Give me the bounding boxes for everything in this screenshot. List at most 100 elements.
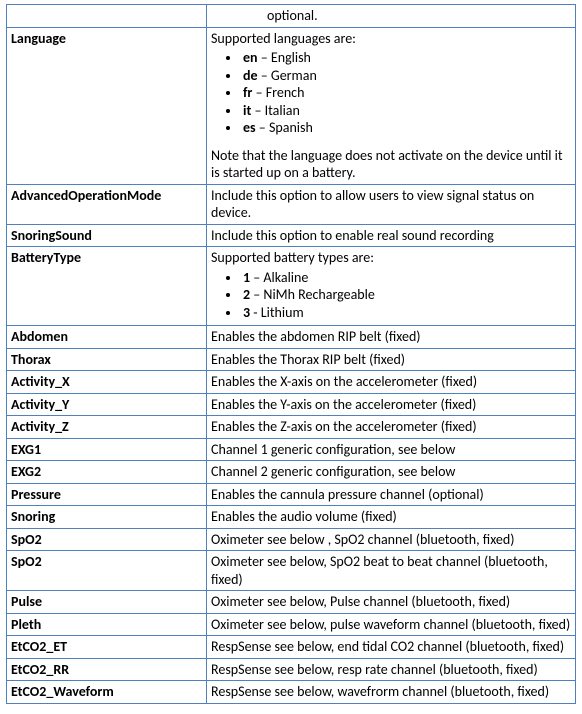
desc-cell: Channel 1 generic configuration, see bel… (207, 438, 576, 461)
desc-cell: Oximeter see below , SpO2 channel (bluet… (207, 528, 576, 551)
table-row: EtCO2_ETRespSense see below, end tidal C… (7, 636, 576, 659)
list-item-code: it (243, 102, 251, 119)
desc-note: Note that the language does not activate… (211, 147, 571, 182)
param-cell: EtCO2_RR (7, 658, 207, 681)
list-item-label: English (271, 49, 311, 66)
desc-cell: RespSense see below, resp rate channel (… (207, 658, 576, 681)
list-item-label: Lithium (261, 304, 304, 321)
desc-list: en – Englishde – Germanfr – Frenchit – I… (211, 49, 571, 137)
desc-text: Channel 2 generic configuration, see bel… (211, 463, 455, 480)
table-row: PressureEnables the cannula pressure cha… (7, 483, 576, 506)
list-item-code: 1 (243, 269, 250, 286)
list-item: 2 – NiMh Rechargeable (241, 286, 571, 304)
list-item: fr – French (241, 84, 571, 102)
list-item-label: French (266, 84, 305, 101)
desc-text: Oximeter see below, Pulse channel (bluet… (211, 593, 510, 610)
desc-text: Enables the Thorax RIP belt (fixed) (211, 351, 405, 368)
desc-intro: Supported battery types are: (211, 249, 571, 267)
param-cell: Thorax (7, 348, 207, 371)
desc-list: 1 – Alkaline2 – NiMh Rechargeable3 - Lit… (211, 269, 571, 322)
desc-cell: optional. (207, 5, 576, 28)
desc-cell: Enables the Thorax RIP belt (fixed) (207, 348, 576, 371)
table-row: AdvancedOperationModeInclude this option… (7, 184, 576, 224)
table-row: SnoringEnables the audio volume (fixed) (7, 506, 576, 529)
param-cell: Pleth (7, 613, 207, 636)
desc-cell: Enables the abdomen RIP belt (fixed) (207, 326, 576, 349)
desc-cell: RespSense see below, wavefrorm channel (… (207, 681, 576, 704)
desc-text: RespSense see below, end tidal CO2 chann… (211, 638, 564, 655)
table-body: optional. LanguageSupported languages are… (7, 5, 576, 704)
param-cell: SpO2 (7, 551, 207, 591)
table-row: BatteryTypeSupported battery types are: 1… (7, 247, 576, 326)
list-item: 3 - Lithium (241, 304, 571, 322)
desc-text: Oximeter see below, SpO2 beat to beat ch… (211, 553, 548, 588)
param-cell: EtCO2_ET (7, 636, 207, 659)
list-item-label: Alkaline (263, 269, 308, 286)
desc-cell: Enables the X-axis on the accelerometer … (207, 371, 576, 394)
param-cell: Activity_X (7, 371, 207, 394)
desc-text: Channel 1 generic configuration, see bel… (211, 441, 455, 458)
list-item-label: Spanish (269, 119, 313, 136)
desc-text: Enables the Y-axis on the accelerometer … (211, 396, 476, 413)
list-item-code: en (243, 49, 258, 66)
list-item-code: de (243, 67, 258, 84)
list-item: de – German (241, 67, 571, 85)
desc-intro: Supported languages are: (211, 30, 571, 48)
list-item-label: NiMh Rechargeable (263, 286, 374, 303)
param-cell: EtCO2_Waveform (7, 681, 207, 704)
table-row: Activity_ZEnables the Z-axis on the acce… (7, 416, 576, 439)
desc-cell: Enables the audio volume (fixed) (207, 506, 576, 529)
table-row: SpO2Oximeter see below , SpO2 channel (b… (7, 528, 576, 551)
parameter-table: optional. LanguageSupported languages are… (6, 4, 576, 704)
desc-cell: RespSense see below, end tidal CO2 chann… (207, 636, 576, 659)
desc-cell: Oximeter see below, SpO2 beat to beat ch… (207, 551, 576, 591)
param-cell: EXG1 (7, 438, 207, 461)
desc-cell: Supported battery types are:1 – Alkaline… (207, 247, 576, 326)
param-cell: AdvancedOperationMode (7, 184, 207, 224)
list-item-label: German (271, 67, 317, 84)
list-item: en – English (241, 49, 571, 67)
desc-cell: Include this option to enable real sound… (207, 224, 576, 247)
param-cell: Activity_Z (7, 416, 207, 439)
desc-text: optional. (267, 7, 318, 24)
desc-text: Include this option to allow users to vi… (211, 187, 534, 222)
table-row: ThoraxEnables the Thorax RIP belt (fixed… (7, 348, 576, 371)
desc-text: Enables the audio volume (fixed) (211, 508, 397, 525)
desc-cell: Channel 2 generic configuration, see bel… (207, 461, 576, 484)
desc-cell: Include this option to allow users to vi… (207, 184, 576, 224)
table-row: EXG2Channel 2 generic configuration, see… (7, 461, 576, 484)
param-cell: BatteryType (7, 247, 207, 326)
table-row: AbdomenEnables the abdomen RIP belt (fix… (7, 326, 576, 349)
desc-text: Oximeter see below, pulse waveform chann… (211, 616, 570, 633)
param-cell: Pressure (7, 483, 207, 506)
desc-cell: Supported languages are:en – Englishde –… (207, 27, 576, 184)
param-cell: Language (7, 27, 207, 184)
table-row: Activity_XEnables the X-axis on the acce… (7, 371, 576, 394)
desc-cell: Enables the Y-axis on the accelerometer … (207, 393, 576, 416)
desc-cell: Oximeter see below, Pulse channel (bluet… (207, 591, 576, 614)
param-cell: SpO2 (7, 528, 207, 551)
list-item-code: es (243, 119, 256, 136)
list-item: es – Spanish (241, 119, 571, 137)
table-row: EtCO2_RRRespSense see below, resp rate c… (7, 658, 576, 681)
table-row: Activity_YEnables the Y-axis on the acce… (7, 393, 576, 416)
desc-text: RespSense see below, resp rate channel (… (211, 661, 538, 678)
table-row: EXG1Channel 1 generic configuration, see… (7, 438, 576, 461)
param-cell: Snoring (7, 506, 207, 529)
param-cell: Pulse (7, 591, 207, 614)
desc-text: Enables the Z-axis on the accelerometer … (211, 418, 477, 435)
desc-text: Enables the X-axis on the accelerometer … (211, 373, 477, 390)
list-item: it – Italian (241, 102, 571, 120)
table-row: PlethOximeter see below, pulse waveform … (7, 613, 576, 636)
list-item-code: 3 (243, 304, 250, 321)
table-row: optional. (7, 5, 576, 28)
table-row: EtCO2_WaveformRespSense see below, wavef… (7, 681, 576, 704)
desc-cell: Enables the cannula pressure channel (op… (207, 483, 576, 506)
table-row: SpO2Oximeter see below, SpO2 beat to bea… (7, 551, 576, 591)
table-row: SnoringSoundInclude this option to enabl… (7, 224, 576, 247)
param-cell: SnoringSound (7, 224, 207, 247)
table-row: LanguageSupported languages are:en – Eng… (7, 27, 576, 184)
param-cell: Abdomen (7, 326, 207, 349)
desc-text: RespSense see below, wavefrorm channel (… (211, 683, 549, 700)
desc-text: Enables the cannula pressure channel (op… (211, 486, 484, 503)
